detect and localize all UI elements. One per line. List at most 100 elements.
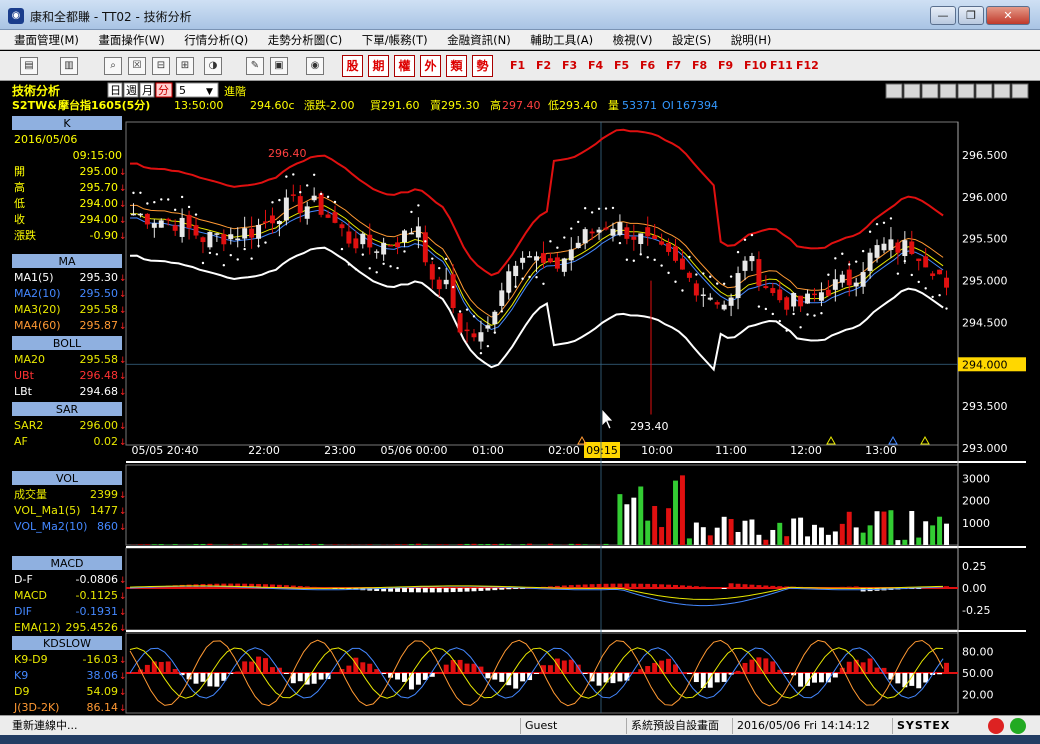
arrow-down-icon: ↓ [119, 576, 127, 586]
close-button[interactable]: ✕ [986, 6, 1030, 25]
template-icon[interactable]: ▥ [60, 57, 78, 75]
menu-settings[interactable]: 設定(S) [664, 30, 719, 50]
menu-bar: 畫面管理(M) 畫面操作(W) 行情分析(Q) 走勢分析圖(C) 下單/帳務(T… [0, 30, 1040, 50]
macd-tick-label: 0.25 [962, 560, 987, 573]
sar-dot [396, 266, 399, 270]
indicator-icon[interactable]: ⊞ [176, 57, 194, 75]
volume-bar [693, 522, 699, 545]
restore-button[interactable]: ❐ [958, 6, 984, 25]
menu-quote-analysis[interactable]: 行情分析(Q) [176, 30, 256, 50]
menu-help[interactable]: 說明(H) [723, 30, 780, 50]
period-week[interactable]: 週 [126, 84, 137, 97]
kd-histogram-bar [596, 673, 602, 686]
chevron-down-icon[interactable]: ▼ [206, 87, 213, 97]
f6-key[interactable]: F6 [640, 59, 655, 72]
sar-row-label: SAR2 [14, 419, 43, 432]
menu-financial-info[interactable]: 金融資訊(N) [439, 30, 519, 50]
candle [575, 242, 581, 249]
save-icon[interactable] [993, 83, 1011, 99]
color-icon[interactable]: ◑ [204, 57, 222, 75]
volume-bar [756, 534, 762, 545]
chart-type-icon[interactable]: ▤ [20, 57, 38, 75]
technical-chart[interactable]: K2016/05/0609:15:00開 295.00 ↓高 295.70 ↓低 294.… [0, 115, 1040, 715]
connect-icon[interactable] [1010, 718, 1026, 734]
futures-button[interactable]: 期 [368, 55, 389, 77]
period-month[interactable]: 月 [142, 84, 153, 97]
volume-bar [478, 544, 484, 545]
menu-screen-operation[interactable]: 畫面操作(W) [90, 30, 172, 50]
volume-bar [860, 532, 866, 545]
plus-icon[interactable] [903, 83, 921, 99]
vol-row-value: 1477 [90, 504, 118, 517]
trend-button[interactable]: 勢 [472, 55, 493, 77]
kd-histogram-bar [874, 667, 880, 673]
candle [749, 256, 755, 262]
draw-icon[interactable]: ✎ [246, 57, 264, 75]
disconnect-icon[interactable] [988, 718, 1004, 734]
time-tick-label: 05/06 00:00 [381, 444, 448, 457]
kd-histogram-bar [144, 664, 150, 673]
f10-key[interactable]: F10 [744, 59, 767, 72]
logo-icon[interactable]: ◉ [306, 57, 324, 75]
advanced-link[interactable]: 進階 [224, 84, 246, 98]
minus-icon[interactable] [885, 83, 903, 99]
macd-histogram-bar [742, 584, 748, 588]
sar-dot [729, 275, 733, 278]
sar-dot [431, 257, 434, 260]
options-button[interactable]: 權 [394, 55, 415, 77]
f1-key[interactable]: F1 [510, 59, 525, 72]
f3-key[interactable]: F3 [562, 59, 577, 72]
arrow-down-icon: ↓ [119, 388, 127, 398]
menu-tools[interactable]: 輔助工具(A) [522, 30, 601, 50]
f12-key[interactable]: F12 [796, 59, 819, 72]
macd-histogram-bar [944, 586, 949, 588]
zoom-out-icon[interactable] [939, 83, 957, 99]
f8-key[interactable]: F8 [692, 59, 707, 72]
cancel-icon[interactable]: ☒ [128, 57, 146, 75]
f7-key[interactable]: F7 [666, 59, 681, 72]
f2-key[interactable]: F2 [536, 59, 551, 72]
volume-bar [888, 510, 894, 545]
macd-histogram-bar [707, 587, 713, 589]
compare-icon[interactable]: ⊟ [152, 57, 170, 75]
candle [763, 286, 769, 289]
kd-histogram-bar [568, 659, 574, 673]
menu-screen-manage[interactable]: 畫面管理(M) [6, 30, 87, 50]
export-icon[interactable] [1011, 83, 1029, 99]
f5-key[interactable]: F5 [614, 59, 629, 72]
f11-key[interactable]: F11 [770, 59, 793, 72]
kd-histogram-bar [895, 673, 901, 684]
chat-icon[interactable] [957, 83, 975, 99]
period-day[interactable]: 日 [110, 84, 121, 97]
zoom-in-icon[interactable] [921, 83, 939, 99]
candle [867, 252, 873, 271]
print-icon[interactable] [975, 83, 993, 99]
sar-dot [709, 275, 712, 278]
sar-dot [222, 264, 226, 267]
menu-view[interactable]: 檢視(V) [605, 30, 661, 50]
volume-bar [436, 544, 442, 545]
sar-dot [882, 221, 886, 225]
macd-histogram-bar [631, 583, 637, 588]
price-tick-label: 294.500 [962, 316, 1008, 329]
category-button[interactable]: 類 [446, 55, 467, 77]
macd-histogram-bar [485, 588, 491, 591]
menu-trend-chart[interactable]: 走勢分析圖(C) [260, 30, 351, 50]
sar-dot [271, 201, 274, 204]
f4-key[interactable]: F4 [588, 59, 603, 72]
boll-row-value: 296.48 [80, 369, 119, 382]
magnifier-icon[interactable]: ⌕ [104, 57, 122, 75]
print-icon[interactable]: ▣ [270, 57, 288, 75]
f9-key[interactable]: F9 [718, 59, 733, 72]
info-bar: 技術分析 日 週 月 分 5 ▼ 進階 S2TW& 摩台指1605(5分) 13… [0, 81, 1040, 115]
macd-histogram-bar [686, 585, 692, 588]
candle [693, 283, 699, 296]
foreign-button[interactable]: 外 [420, 55, 441, 77]
period-minute[interactable]: 分 [158, 84, 169, 97]
volume-bar [575, 543, 581, 545]
volume-bar [805, 536, 811, 545]
stock-button[interactable]: 股 [342, 55, 363, 77]
minimize-button[interactable]: — [930, 6, 956, 25]
menu-order-account[interactable]: 下單/帳務(T) [354, 30, 436, 50]
interval-value[interactable]: 5 [179, 84, 186, 97]
